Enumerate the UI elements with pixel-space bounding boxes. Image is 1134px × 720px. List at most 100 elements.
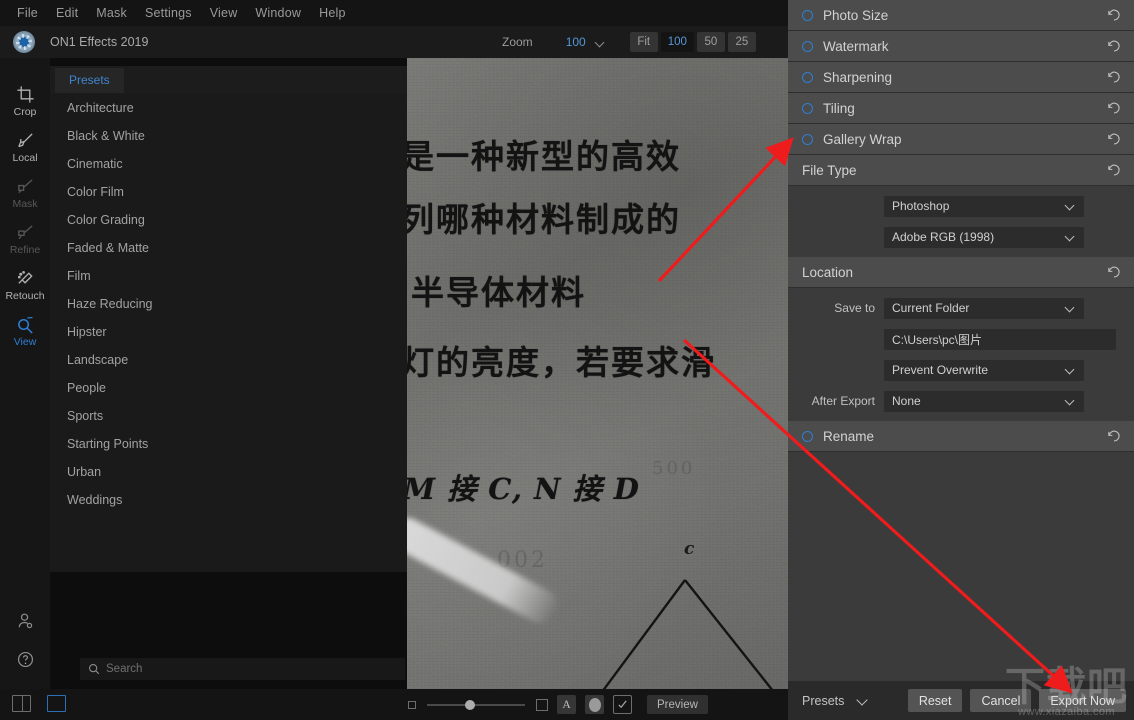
rename-toggle-icon[interactable] [802,430,813,442]
zoom-preset-fit[interactable]: Fit [629,32,658,52]
menu-item-view[interactable]: View [201,3,247,23]
reset-icon[interactable] [1106,264,1122,280]
preset-search-bar[interactable] [80,658,405,680]
reset-icon[interactable] [1106,428,1122,444]
preset-item-black-and-white[interactable]: Black & White [50,122,407,150]
preset-item-people[interactable]: People [50,374,407,402]
photo-image: 500 002 是一种新型的高效 列哪种材料制成的 半导体材料 灯的亮度，若要求… [407,58,788,689]
preset-item-weddings[interactable]: Weddings [50,486,407,514]
section-location[interactable]: Location [788,257,1134,288]
menu-item-window[interactable]: Window [246,3,310,23]
after-export-select[interactable]: None [884,390,1084,412]
menu-item-edit[interactable]: Edit [47,3,87,23]
section-sharpening[interactable]: Sharpening [788,62,1134,93]
menu-item-file[interactable]: File [8,3,47,23]
tool-crop-label: Crop [13,106,37,118]
reset-icon[interactable] [1106,131,1122,147]
thumbnail-size-slider[interactable] [427,699,525,710]
menu-item-mask[interactable]: Mask [87,3,136,23]
reset-icon[interactable] [1106,7,1122,23]
bottom-toolbar: A Preview [0,689,788,720]
section-photo-size[interactable]: Photo Size [788,0,1134,31]
zoom-preset-25[interactable]: 25 [727,32,756,52]
soft-proof-icon[interactable] [585,695,604,714]
reset-button[interactable]: Reset [907,689,963,712]
file-format-select[interactable]: Photoshop [884,195,1084,217]
refine-icon [16,222,35,242]
reset-icon[interactable] [1106,38,1122,54]
section-rename[interactable]: Rename [788,421,1134,452]
slider-knob[interactable] [465,699,475,710]
preset-item-color-grading[interactable]: Color Grading [50,206,407,234]
section-photo-size-title: Photo Size [823,7,889,23]
tool-view[interactable]: View [0,310,50,356]
compare-view-icon[interactable] [12,695,31,712]
preset-item-cinematic[interactable]: Cinematic [50,150,407,178]
export-presets-dropdown[interactable]: Presets [802,694,867,708]
preset-item-starting-points[interactable]: Starting Points [50,430,407,458]
photo-canvas[interactable]: 500 002 是一种新型的高效 列哪种材料制成的 半导体材料 灯的亮度，若要求… [407,58,788,689]
cancel-button[interactable]: Cancel [970,689,1032,712]
preset-item-film[interactable]: Film [50,262,407,290]
export-panel-footer: Presets Reset Cancel Export Now [788,681,1134,720]
section-file-type[interactable]: File Type [788,155,1134,186]
text-overlay-icon[interactable]: A [557,695,576,714]
preset-item-haze-reducing[interactable]: Haze Reducing [50,290,407,318]
photo-diagram-triangle [602,579,773,689]
user-settings-icon[interactable] [0,602,50,640]
overwrite-select[interactable]: Prevent Overwrite [884,359,1084,381]
save-to-label: Save to [834,301,875,315]
view-mode-group [12,695,66,712]
tiling-toggle-icon[interactable] [802,102,813,114]
tool-refine-label: Refine [9,244,41,256]
watermark-toggle-icon[interactable] [802,40,813,52]
menu-item-help[interactable]: Help [310,3,355,23]
preview-button[interactable]: Preview [647,695,708,714]
tool-retouch[interactable]: Retouch [0,264,50,310]
preset-item-faded-and-matte[interactable]: Faded & Matte [50,234,407,262]
overwrite-value: Prevent Overwrite [892,363,989,377]
single-view-icon[interactable] [47,695,66,712]
tool-crop[interactable]: Crop [0,80,50,126]
search-input[interactable] [106,663,386,675]
save-to-select[interactable]: Current Folder [884,297,1084,319]
menu-item-settings[interactable]: Settings [136,3,201,23]
preset-item-hipster[interactable]: Hipster [50,318,407,346]
color-profile-select[interactable]: Adobe RGB (1998) [884,226,1084,248]
tool-local[interactable]: Local [0,126,50,172]
chevron-down-icon[interactable] [596,38,605,47]
reset-icon[interactable] [1106,69,1122,85]
section-watermark[interactable]: Watermark [788,31,1134,62]
preset-item-urban[interactable]: Urban [50,458,407,486]
preset-item-landscape[interactable]: Landscape [50,346,407,374]
photo-size-toggle-icon[interactable] [802,9,813,21]
zoom-preset-100[interactable]: 100 [660,32,694,52]
reset-icon[interactable] [1106,100,1122,116]
preset-item-sports[interactable]: Sports [50,402,407,430]
gallery-wrap-toggle-icon[interactable] [802,133,813,145]
section-gallery-wrap[interactable]: Gallery Wrap [788,124,1134,155]
tool-mask[interactable]: Mask [0,172,50,218]
preset-item-color-film[interactable]: Color Film [50,178,407,206]
save-path-field[interactable]: C:\Users\pc\图片 [884,328,1116,350]
small-thumbnail-icon[interactable] [408,700,416,709]
zoom-toolbar: Zoom 100 Fit 100 50 25 [502,26,756,58]
preset-item-architecture[interactable]: Architecture [50,94,407,122]
photo-text-line-1: 是一种新型的高效 [407,137,681,176]
reset-icon[interactable] [1106,162,1122,178]
sharpening-toggle-icon[interactable] [802,71,813,83]
file-type-body: Photoshop Adobe RGB (1998) [788,186,1134,257]
section-tiling[interactable]: Tiling [788,93,1134,124]
large-thumbnail-icon[interactable] [536,698,548,711]
zoom-preset-50[interactable]: 50 [696,32,725,52]
checkmark-box-icon[interactable] [613,695,632,714]
help-circle-icon[interactable] [0,640,50,678]
save-path-value: C:\Users\pc\图片 [892,332,983,347]
tab-presets[interactable]: Presets [55,67,124,93]
export-now-button[interactable]: Export Now [1039,689,1126,712]
zoom-value[interactable]: 100 [566,35,586,49]
photo-text-line-5: M 接 C, N 接 D [407,472,640,506]
tool-refine[interactable]: Refine [0,218,50,264]
chevron-down-icon [1066,304,1074,312]
row-after-export: After Export None [788,388,1134,414]
